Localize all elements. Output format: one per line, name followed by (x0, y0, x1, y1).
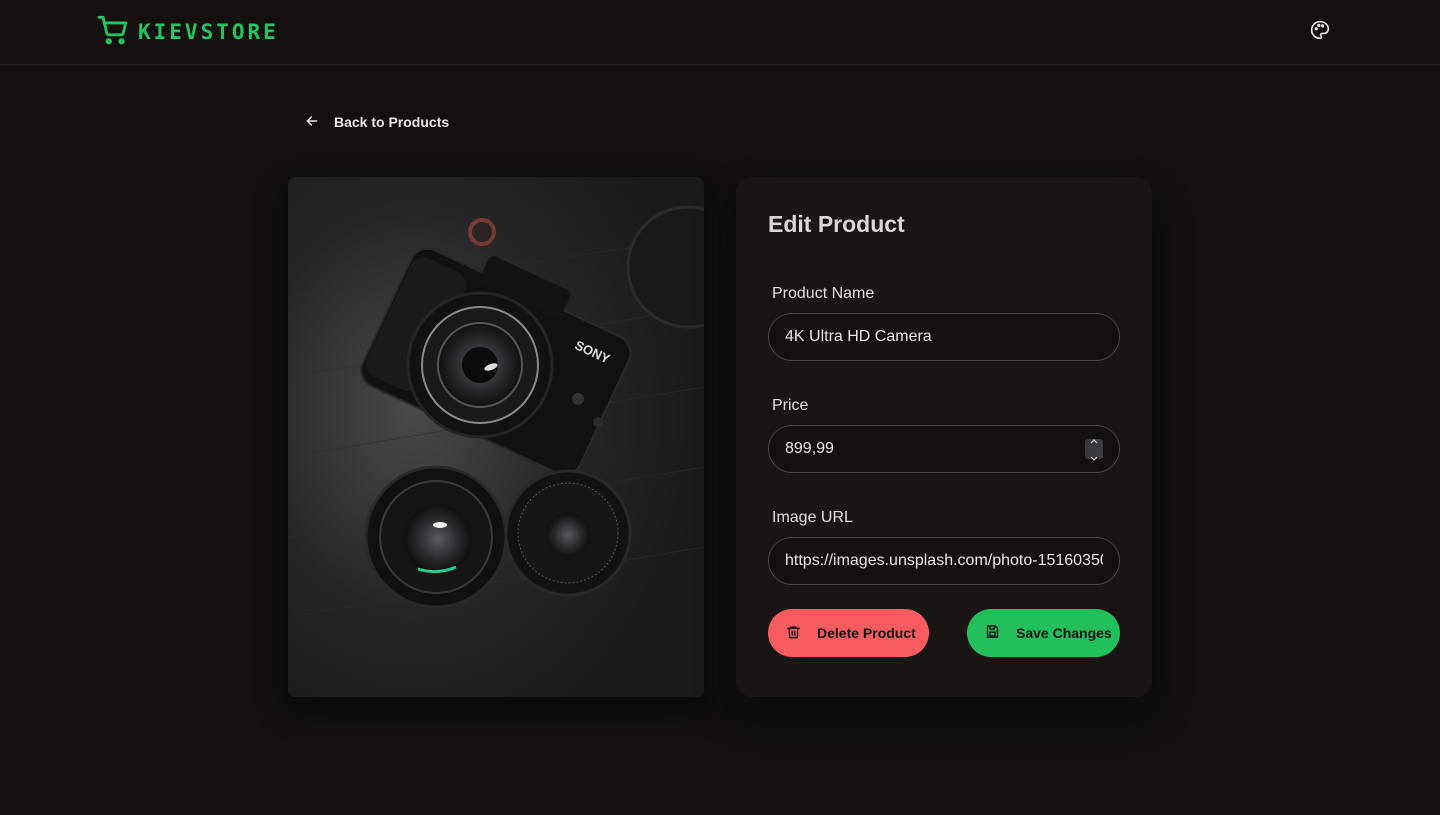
delete-product-button[interactable]: Delete Product (768, 609, 929, 657)
shopping-cart-icon (96, 13, 130, 52)
image-url-input[interactable] (768, 537, 1120, 585)
palette-icon (1310, 20, 1330, 45)
save-button-label: Save Changes (1016, 625, 1112, 641)
brand-name: KIEVSTORE (138, 20, 279, 44)
chevron-down-icon (1090, 449, 1098, 467)
back-to-products-link[interactable]: Back to Products (296, 106, 459, 138)
product-name-input[interactable] (768, 313, 1120, 361)
save-icon (985, 624, 1000, 642)
edit-product-form: Edit Product Product Name Price Image UR… (736, 177, 1152, 697)
form-title: Edit Product (768, 211, 905, 237)
trash-icon (786, 624, 801, 643)
theme-toggle-button[interactable] (1304, 16, 1336, 48)
brand-logo-link[interactable]: KIEVSTORE (96, 14, 279, 50)
product-image: SONY (288, 177, 704, 697)
price-stepper[interactable] (1085, 439, 1103, 461)
arrow-left-icon (304, 113, 320, 132)
product-name-label: Product Name (772, 285, 875, 302)
save-changes-button[interactable]: Save Changes (967, 609, 1120, 657)
delete-button-label: Delete Product (817, 625, 916, 641)
back-link-label: Back to Products (334, 114, 450, 130)
image-url-label: Image URL (772, 509, 853, 526)
chevron-up-icon (1090, 431, 1098, 449)
price-label: Price (772, 397, 809, 414)
camera-photo-illustration: SONY (288, 177, 704, 697)
top-navbar: KIEVSTORE (0, 0, 1440, 65)
price-input[interactable] (768, 425, 1120, 473)
